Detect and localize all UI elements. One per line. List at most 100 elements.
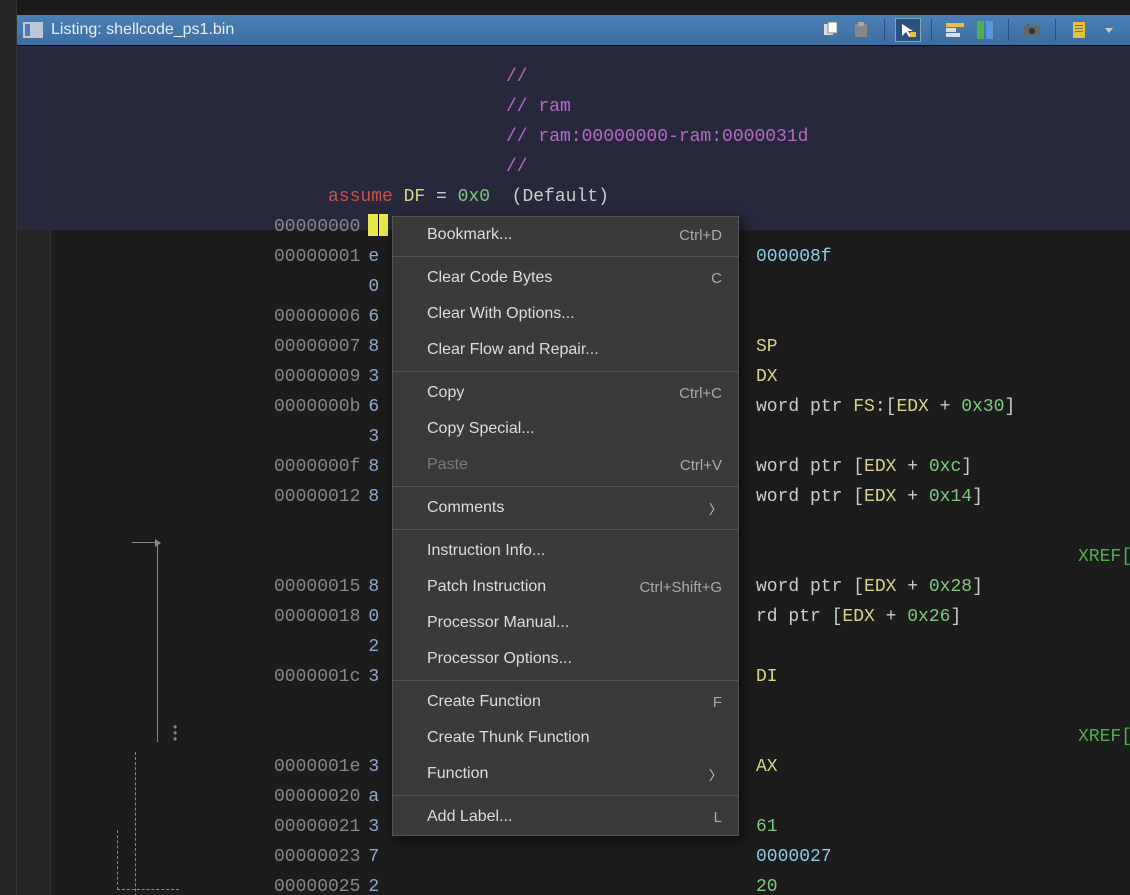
menu-item-label: Copy Special... bbox=[427, 420, 722, 438]
address: 00000012 bbox=[274, 487, 360, 507]
context-menu: Bookmark...Ctrl+DClear Code BytesCClear … bbox=[392, 216, 739, 836]
toggle-fields-button[interactable] bbox=[942, 18, 968, 42]
menu-item-add-label[interactable]: Add Label...L bbox=[393, 799, 738, 835]
address bbox=[274, 517, 360, 537]
menu-item-clear-with-options[interactable]: Clear With Options... bbox=[393, 296, 738, 332]
address: 0000001c bbox=[274, 667, 360, 687]
bytes: a bbox=[368, 787, 379, 807]
menu-item-copy-special[interactable]: Copy Special... bbox=[393, 411, 738, 447]
menu-item-label: Processor Manual... bbox=[427, 614, 722, 632]
bytes: 3 bbox=[368, 667, 379, 687]
collapsed-flow-icon: ••• bbox=[173, 724, 177, 742]
bytes: 6 bbox=[368, 307, 379, 327]
toolbar-dropdown[interactable] bbox=[1096, 18, 1122, 42]
address: 00000025 bbox=[274, 877, 360, 895]
address: 00000020 bbox=[274, 787, 360, 807]
menu-item-label: Clear With Options... bbox=[427, 305, 722, 323]
bytes: 8 bbox=[368, 337, 379, 357]
address: 00000009 bbox=[274, 367, 360, 387]
address: 00000023 bbox=[274, 847, 360, 867]
cursor-position bbox=[368, 214, 388, 236]
bytes: 3 bbox=[368, 427, 379, 447]
listing-icon bbox=[23, 22, 43, 38]
address bbox=[274, 727, 360, 747]
open-diff-button[interactable] bbox=[972, 18, 998, 42]
paste-button[interactable] bbox=[848, 18, 874, 42]
menu-separator bbox=[393, 680, 738, 681]
shortcut-text: Ctrl+D bbox=[679, 227, 722, 244]
menu-item-clear-flow-and-repair[interactable]: Clear Flow and Repair... bbox=[393, 332, 738, 368]
address bbox=[274, 697, 360, 717]
copy-button[interactable] bbox=[818, 18, 844, 42]
comment-text: // bbox=[506, 157, 528, 177]
menu-item-processor-manual[interactable]: Processor Manual... bbox=[393, 605, 738, 641]
menu-item-label: Clear Code Bytes bbox=[427, 269, 711, 287]
menu-item-label: Copy bbox=[427, 384, 679, 402]
menu-item-label: Create Function bbox=[427, 693, 713, 711]
comment-text: // bbox=[506, 67, 528, 87]
address bbox=[274, 277, 360, 297]
submenu-arrow-icon: 〉 bbox=[709, 765, 722, 784]
menu-item-function[interactable]: Function〉 bbox=[393, 756, 738, 792]
toolbar-separator bbox=[1008, 19, 1009, 41]
hex-view-button[interactable] bbox=[1066, 18, 1092, 42]
address: 00000000 bbox=[274, 217, 360, 237]
bytes bbox=[368, 547, 379, 567]
menu-item-label: Create Thunk Function bbox=[427, 729, 722, 747]
menu-item-patch-instruction[interactable]: Patch InstructionCtrl+Shift+G bbox=[393, 569, 738, 605]
bytes bbox=[368, 727, 379, 747]
bytes: 8 bbox=[368, 457, 379, 477]
toolbar-separator bbox=[931, 19, 932, 41]
menu-item-bookmark[interactable]: Bookmark...Ctrl+D bbox=[393, 217, 738, 253]
menu-item-label: Function bbox=[427, 765, 709, 783]
snapshot-button[interactable] bbox=[1019, 18, 1045, 42]
xref[interactable]: XREF[1 bbox=[1078, 542, 1130, 572]
address bbox=[274, 637, 360, 657]
menu-item-create-function[interactable]: Create FunctionF bbox=[393, 684, 738, 720]
menu-item-processor-options[interactable]: Processor Options... bbox=[393, 641, 738, 677]
menu-item-instruction-info[interactable]: Instruction Info... bbox=[393, 533, 738, 569]
address: 00000021 bbox=[274, 817, 360, 837]
bytes: 8 bbox=[368, 487, 379, 507]
bytes: 0 bbox=[368, 277, 379, 297]
menu-item-label: Bookmark... bbox=[427, 226, 679, 244]
listing-toolbar bbox=[818, 18, 1130, 42]
bytes: 3 bbox=[368, 757, 379, 777]
bytes: 6 bbox=[368, 397, 379, 417]
address: 0000001e bbox=[274, 757, 360, 777]
bytes: e bbox=[368, 247, 379, 267]
shortcut-text: Ctrl+V bbox=[680, 457, 722, 474]
address: 0000000f bbox=[274, 457, 360, 477]
bytes: 2 bbox=[368, 877, 379, 895]
comment-text: // ram:00000000-ram:0000031d bbox=[506, 127, 808, 147]
menu-item-create-thunk-function[interactable]: Create Thunk Function bbox=[393, 720, 738, 756]
menu-item-clear-code-bytes[interactable]: Clear Code BytesC bbox=[393, 260, 738, 296]
address: 0000000b bbox=[274, 397, 360, 417]
code-line[interactable]: 0000002370000027 bbox=[198, 842, 1130, 872]
menu-separator bbox=[393, 486, 738, 487]
menu-item-comments[interactable]: Comments〉 bbox=[393, 490, 738, 526]
toolbar-separator bbox=[884, 19, 885, 41]
left-dock-edge bbox=[0, 0, 17, 895]
menu-item-copy[interactable]: CopyCtrl+C bbox=[393, 375, 738, 411]
comment-text: // ram bbox=[506, 97, 571, 117]
xref[interactable]: XREF[1 bbox=[1078, 722, 1130, 752]
menu-item-paste: PasteCtrl+V bbox=[393, 447, 738, 483]
address: 00000001 bbox=[274, 247, 360, 267]
bytes: 7 bbox=[368, 847, 379, 867]
code-line[interactable]: 00000025220 bbox=[198, 872, 1130, 895]
address: 00000007 bbox=[274, 337, 360, 357]
bytes bbox=[368, 517, 379, 537]
menu-separator bbox=[393, 371, 738, 372]
bytes bbox=[368, 697, 379, 717]
selection-mode-button[interactable] bbox=[895, 18, 921, 42]
listing-title: Listing: shellcode_ps1.bin bbox=[51, 21, 234, 39]
menu-separator bbox=[393, 529, 738, 530]
address bbox=[274, 427, 360, 447]
address bbox=[274, 547, 360, 567]
menu-item-label: Comments bbox=[427, 499, 709, 517]
shortcut-text: C bbox=[711, 270, 722, 287]
menu-item-label: Processor Options... bbox=[427, 650, 722, 668]
shortcut-text: Ctrl+Shift+G bbox=[639, 579, 722, 596]
listing-titlebar: Listing: shellcode_ps1.bin bbox=[17, 15, 1130, 45]
